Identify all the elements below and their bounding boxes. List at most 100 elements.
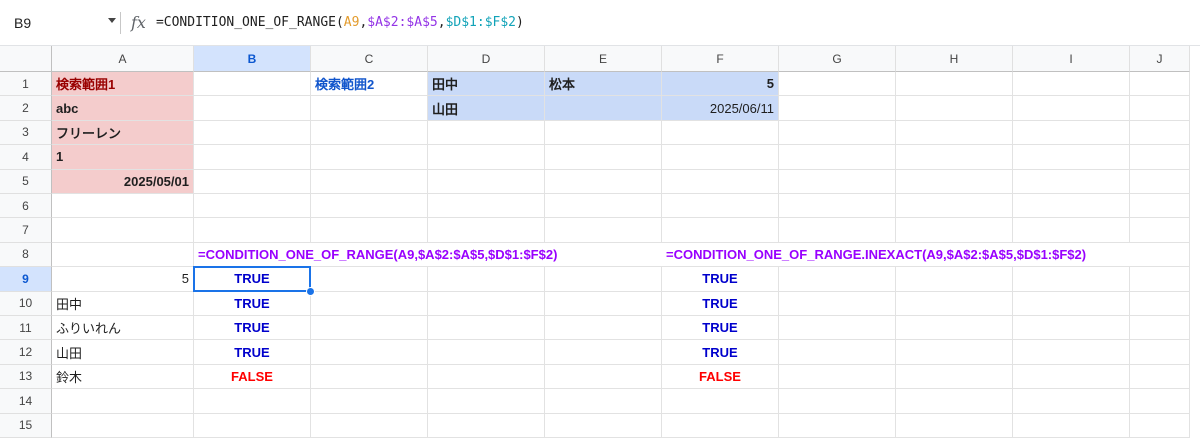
cell-h3[interactable] (896, 120, 1013, 146)
cell-c3[interactable] (311, 120, 428, 146)
cell-g12[interactable] (779, 340, 896, 365)
row-header-9[interactable]: 9 (0, 267, 52, 292)
cell-g7[interactable] (779, 218, 896, 243)
cell-h9[interactable] (896, 267, 1013, 292)
column-header-c[interactable]: C (311, 46, 428, 72)
cell-i15[interactable] (1013, 413, 1130, 438)
cell-f3[interactable] (662, 120, 779, 146)
cell-f2[interactable]: 2025/06/11 (662, 96, 779, 121)
cell-e11[interactable] (545, 316, 662, 341)
row-header-4[interactable]: 4 (0, 145, 52, 170)
cell-d10[interactable] (428, 291, 545, 316)
cell-e9[interactable] (545, 267, 662, 292)
cell-a8[interactable] (52, 242, 194, 268)
cell-h8[interactable] (896, 243, 1013, 268)
cell-j2[interactable] (1130, 96, 1190, 121)
cell-j6[interactable] (1130, 194, 1190, 219)
cell-b12[interactable]: TRUE (194, 340, 311, 365)
cell-e2[interactable] (545, 96, 662, 121)
row-header-6[interactable]: 6 (0, 194, 52, 219)
cell-e5[interactable] (545, 169, 662, 194)
column-header-h[interactable]: H (896, 46, 1013, 72)
cell-j8[interactable] (1130, 242, 1190, 268)
cell-d14[interactable] (428, 389, 545, 414)
row-header-15[interactable]: 15 (0, 413, 52, 438)
cell-c7[interactable] (311, 218, 428, 243)
cell-c11[interactable] (311, 316, 428, 341)
row-header-7[interactable]: 7 (0, 218, 52, 243)
cell-f10[interactable]: TRUE (662, 291, 779, 316)
column-header-f[interactable]: F (662, 46, 779, 72)
cell-i14[interactable] (1013, 389, 1130, 414)
cell-g3[interactable] (779, 120, 896, 146)
cell-g10[interactable] (779, 291, 896, 316)
cell-d7[interactable] (428, 218, 545, 243)
cell-j11[interactable] (1130, 316, 1190, 341)
row-header-8[interactable]: 8 (0, 242, 52, 268)
name-box[interactable]: B9 (8, 9, 120, 37)
cell-g2[interactable] (779, 96, 896, 121)
cell-e14[interactable] (545, 389, 662, 414)
cell-c10[interactable] (311, 291, 428, 316)
cell-i13[interactable] (1013, 364, 1130, 390)
row-header-11[interactable]: 11 (0, 316, 52, 341)
cell-a14[interactable] (52, 389, 194, 414)
cell-e6[interactable] (545, 194, 662, 219)
cell-e7[interactable] (545, 218, 662, 243)
cell-c6[interactable] (311, 194, 428, 219)
cell-j1[interactable] (1130, 72, 1190, 97)
column-header-e[interactable]: E (545, 46, 662, 72)
cell-j4[interactable] (1130, 145, 1190, 170)
cell-i4[interactable] (1013, 145, 1130, 170)
cell-f11[interactable]: TRUE (662, 316, 779, 341)
cell-d12[interactable] (428, 340, 545, 365)
cell-j12[interactable] (1130, 340, 1190, 365)
cell-j13[interactable] (1130, 364, 1190, 390)
row-header-14[interactable]: 14 (0, 389, 52, 414)
cell-i7[interactable] (1013, 218, 1130, 243)
cell-f6[interactable] (662, 194, 779, 219)
column-header-g[interactable]: G (779, 46, 896, 72)
cell-a12[interactable]: 山田 (52, 340, 194, 365)
cell-b8[interactable]: =CONDITION_ONE_OF_RANGE(A9,$A$2:$A$5,$D$… (194, 243, 557, 268)
cell-b13[interactable]: FALSE (194, 364, 311, 390)
formula-input[interactable]: =CONDITION_ONE_OF_RANGE(A9,$A$2:$A$5,$D$… (156, 15, 524, 30)
cell-g13[interactable] (779, 364, 896, 390)
cell-i2[interactable] (1013, 96, 1130, 121)
cell-j5[interactable] (1130, 169, 1190, 194)
fill-handle[interactable] (306, 286, 315, 296)
cell-i9[interactable] (1013, 267, 1130, 292)
cell-g14[interactable] (779, 389, 896, 414)
cell-i8[interactable] (1013, 243, 1130, 268)
cell-h5[interactable] (896, 169, 1013, 194)
cell-c4[interactable] (311, 145, 428, 170)
cell-b2[interactable] (194, 96, 311, 121)
row-header-13[interactable]: 13 (0, 364, 52, 390)
cell-d11[interactable] (428, 316, 545, 341)
cell-h2[interactable] (896, 96, 1013, 121)
cell-a11[interactable]: ふりいれん (52, 316, 194, 341)
cell-i6[interactable] (1013, 194, 1130, 219)
cell-h1[interactable] (896, 72, 1013, 97)
cell-h10[interactable] (896, 291, 1013, 316)
cell-b1[interactable] (194, 72, 311, 97)
cell-b3[interactable] (194, 120, 311, 146)
cell-f5[interactable] (662, 169, 779, 194)
cell-b6[interactable] (194, 194, 311, 219)
row-header-5[interactable]: 5 (0, 169, 52, 194)
cell-d3[interactable] (428, 120, 545, 146)
chevron-down-icon[interactable] (108, 17, 116, 23)
cell-c5[interactable] (311, 169, 428, 194)
cell-d6[interactable] (428, 194, 545, 219)
cell-b7[interactable] (194, 218, 311, 243)
select-all-corner[interactable] (0, 46, 52, 72)
cell-e8[interactable] (545, 243, 662, 268)
cell-f7[interactable] (662, 218, 779, 243)
cell-j10[interactable] (1130, 291, 1190, 316)
cell-g6[interactable] (779, 194, 896, 219)
cell-a5[interactable]: 2025/05/01 (52, 169, 194, 194)
cell-c8[interactable] (311, 243, 428, 268)
cell-h12[interactable] (896, 340, 1013, 365)
cell-f14[interactable] (662, 389, 779, 414)
cell-h4[interactable] (896, 145, 1013, 170)
